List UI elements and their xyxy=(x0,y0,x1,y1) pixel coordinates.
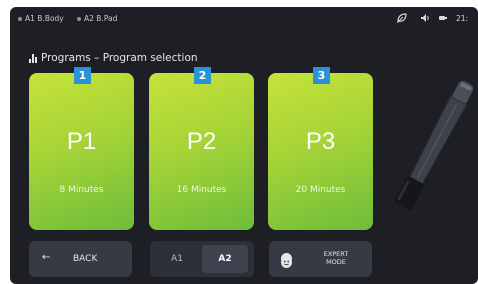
program-bars-icon xyxy=(29,53,37,63)
status-dot-icon xyxy=(77,16,81,21)
program-name: P3 xyxy=(305,128,336,155)
program-duration: 16 Minutes xyxy=(176,185,227,195)
page-title-text: Programs – Program selection xyxy=(41,52,198,64)
expert-mode-label: EXPERT MODE xyxy=(307,250,365,266)
program-badge: 3 xyxy=(313,67,330,84)
expert-mode-line1: EXPERT xyxy=(323,250,349,258)
applicator-a2-option[interactable]: A2 xyxy=(202,245,248,273)
status-item-a1: A1 B.Body xyxy=(18,14,64,23)
expert-mode-button[interactable]: EXPERT MODE xyxy=(269,241,372,277)
program-badge: 2 xyxy=(194,67,211,84)
program-badge: 1 xyxy=(74,67,91,84)
status-label-a1: A1 B.Body xyxy=(25,14,64,23)
arrow-left-icon: ← xyxy=(42,252,51,263)
back-button[interactable]: ← BACK xyxy=(29,241,132,277)
handpiece-device-image xyxy=(395,80,474,211)
clock-time: 21: xyxy=(456,14,469,23)
status-label-a2: A2 B.Pad xyxy=(84,14,118,23)
program-card-p1[interactable]: 1 P1 8 Minutes xyxy=(29,67,134,230)
program-name: P2 xyxy=(186,128,217,155)
expert-face-icon xyxy=(281,253,292,268)
volume-icon[interactable] xyxy=(420,13,430,25)
program-duration: 8 Minutes xyxy=(59,185,104,195)
expert-mode-line2: MODE xyxy=(326,258,346,266)
applicator-a1-option[interactable]: A1 xyxy=(154,245,200,273)
program-name: P1 xyxy=(66,128,97,155)
device-screen: A1 B.Body A2 B.Pad 21: Programs – Progra… xyxy=(10,7,478,284)
status-item-a2: A2 B.Pad xyxy=(77,14,117,23)
back-button-label: BACK xyxy=(73,254,98,264)
applicator-toggle: A1 A2 xyxy=(150,241,254,277)
page-title: Programs – Program selection xyxy=(29,52,198,64)
leaf-icon xyxy=(397,13,407,25)
program-card-p3[interactable]: 3 P3 20 Minutes xyxy=(268,67,373,230)
status-dot-icon xyxy=(18,16,22,21)
program-card-p2[interactable]: 2 P2 16 Minutes xyxy=(149,67,254,230)
battery-icon xyxy=(438,13,448,25)
status-bar: A1 B.Body A2 B.Pad 21: xyxy=(10,7,478,29)
program-duration: 20 Minutes xyxy=(295,185,346,195)
